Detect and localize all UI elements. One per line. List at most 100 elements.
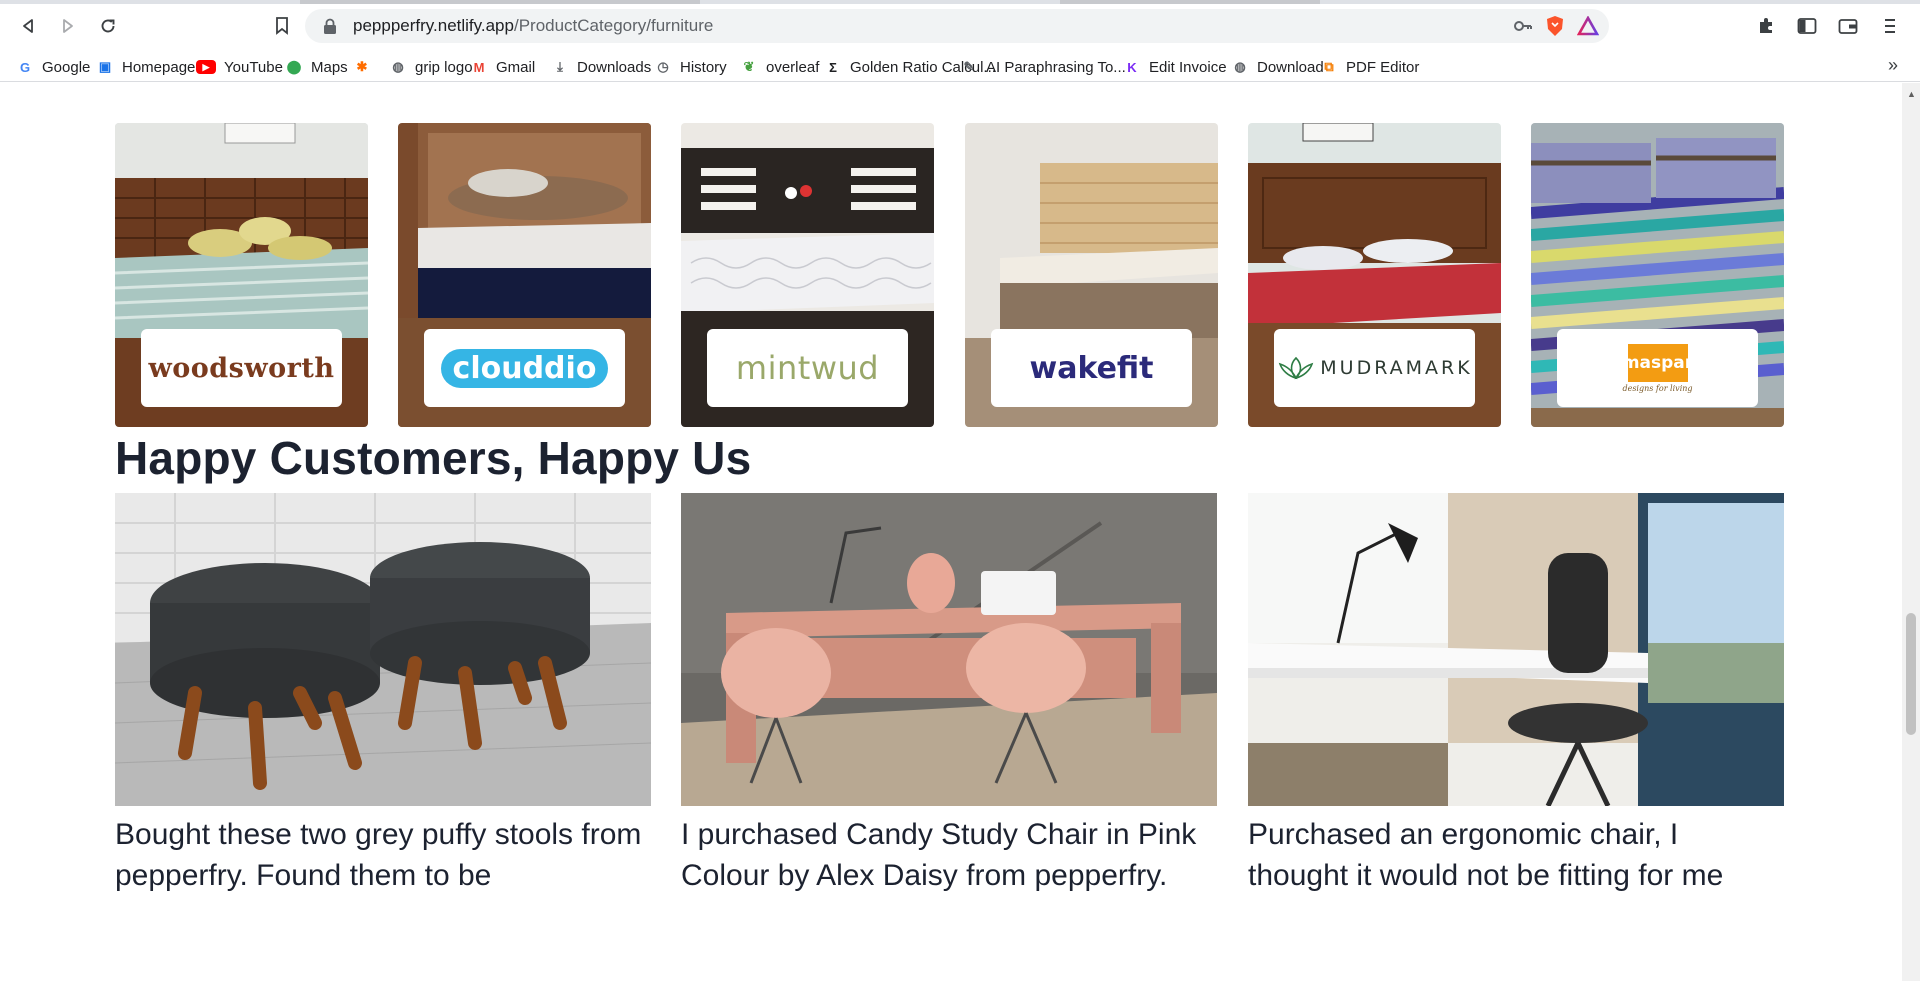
- bookmark-item[interactable]: ✱: [353, 56, 379, 78]
- bookmark-item[interactable]: K Edit Invoice: [1123, 56, 1227, 78]
- brand-card-clouddio[interactable]: clouddio: [398, 123, 651, 427]
- testimonial-text: Purchased an ergonomic chair, I thought …: [1248, 818, 1724, 892]
- forward-icon: [63, 19, 73, 33]
- ergonomic-chair-photo: [1248, 493, 1784, 806]
- bookmark-item[interactable]: ✎ AI Paraphrasing To...: [960, 56, 1126, 78]
- bookmark-label: History: [680, 58, 727, 76]
- url-path: /ProductCategory/furniture: [513, 16, 714, 35]
- brand-name: wakefit: [1029, 350, 1154, 386]
- bookmark-label: AI Paraphrasing To...: [986, 58, 1126, 76]
- testimonial-image: [1248, 493, 1784, 806]
- brave-shield-icon[interactable]: [1545, 15, 1565, 37]
- bookmark-item[interactable]: ⤓ Downloads: [551, 56, 651, 78]
- scroll-up-arrow-icon[interactable]: ▲: [1907, 89, 1916, 99]
- browser-toolbar: peppperfry.netlify.app/ProductCategory/f…: [0, 0, 1920, 52]
- url-text: peppperfry.netlify.app/ProductCategory/f…: [353, 16, 713, 36]
- brand-name: maspar: [1621, 352, 1694, 373]
- testimonial-card[interactable]: Purchased an ergonomic chair, I thought …: [1248, 493, 1784, 896]
- vertical-scrollbar[interactable]: ▲: [1902, 83, 1920, 981]
- brand-name: mintwud: [735, 349, 880, 387]
- bookmark-label: Edit Invoice: [1149, 58, 1227, 76]
- maps-icon: ⬤: [286, 59, 302, 74]
- menu-button[interactable]: [1876, 12, 1904, 40]
- puzzle-icon: [1760, 18, 1772, 33]
- brand-name: woodsworth: [148, 352, 335, 384]
- bookmark-page-button[interactable]: [268, 12, 296, 40]
- custom-star-icon: ✱: [356, 59, 368, 74]
- reload-button[interactable]: [94, 12, 122, 40]
- bookmark-item[interactable]: ⬤ Maps: [285, 56, 348, 78]
- sigma-icon: Σ: [829, 59, 837, 75]
- back-button[interactable]: [14, 12, 42, 40]
- history-icon: ◷: [657, 59, 669, 74]
- reload-icon: [101, 19, 115, 33]
- brand-card-maspar[interactable]: maspar designs for living: [1531, 123, 1784, 427]
- url-host: peppperfry.netlify.app: [353, 16, 514, 35]
- brand-logo: clouddio: [424, 329, 625, 407]
- brand-name: MUDRAMARK: [1320, 357, 1473, 379]
- tab-strip: [0, 0, 1920, 4]
- bookmark-label: Download: [1257, 58, 1324, 76]
- quill-icon: ✎: [963, 59, 975, 74]
- brand-logo: MUDRAMARK: [1274, 329, 1475, 407]
- address-bar[interactable]: peppperfry.netlify.app/ProductCategory/f…: [305, 9, 1609, 43]
- rewards-triangle-icon[interactable]: [1577, 16, 1599, 36]
- bookmark-label: Google: [42, 58, 91, 76]
- lotus-icon: [1279, 356, 1314, 380]
- bookmark-label: Gmail: [496, 58, 536, 76]
- bookmark-item[interactable]: ▶ YouTube: [196, 56, 283, 78]
- sidebar-icon: [1797, 18, 1817, 34]
- wallet-icon: [1838, 19, 1858, 34]
- testimonial-card[interactable]: Bought these two grey puffy stools from …: [115, 493, 651, 896]
- bookmark-item[interactable]: G Google: [16, 56, 90, 78]
- brand-logo: wakefit: [991, 329, 1192, 407]
- wallet-button[interactable]: [1834, 12, 1862, 40]
- bookmark-item[interactable]: ▣ Homepage: [96, 56, 196, 78]
- bookmark-label: PDF Editor: [1346, 58, 1420, 76]
- brand-logo: mintwud: [707, 329, 908, 407]
- bookmark-item[interactable]: ⧉ PDF Editor: [1320, 56, 1419, 78]
- tab-segment: [1060, 0, 1320, 4]
- bookmark-label: overleaf: [766, 58, 820, 76]
- menu-icon: [1885, 19, 1895, 33]
- sidebar-button[interactable]: [1793, 12, 1821, 40]
- overleaf-icon: ❦: [743, 59, 755, 74]
- key-icon[interactable]: [1513, 17, 1533, 35]
- testimonial-card[interactable]: I purchased Candy Study Chair in Pink Co…: [681, 493, 1217, 896]
- bookmark-item[interactable]: ◍ grip logo: [389, 56, 473, 78]
- bookmark-item[interactable]: ◍ Download: [1231, 56, 1324, 78]
- lock-icon: [324, 18, 336, 34]
- brand-name: clouddio: [440, 348, 609, 388]
- testimonial-image: [681, 493, 1217, 806]
- gmail-icon: M: [473, 59, 485, 75]
- brand-card-mudramark[interactable]: MUDRAMARK: [1248, 123, 1501, 427]
- youtube-icon: ▶: [196, 60, 216, 74]
- bookmark-item[interactable]: M Gmail: [470, 56, 536, 78]
- study-desk-photo: [681, 493, 1217, 806]
- bookmark-item[interactable]: ◷ History: [654, 56, 727, 78]
- homepage-icon: ▣: [98, 59, 112, 74]
- tab-segment: [300, 0, 700, 4]
- bookmark-item[interactable]: ❦ overleaf: [740, 56, 820, 78]
- extensions-button[interactable]: [1752, 12, 1780, 40]
- scrollbar-thumb[interactable]: [1906, 613, 1916, 735]
- testimonial-text: I purchased Candy Study Chair in Pink Co…: [681, 818, 1197, 892]
- brand-card-mintwud[interactable]: mintwud: [681, 123, 934, 427]
- bookmarks-overflow-icon[interactable]: »: [1888, 55, 1898, 76]
- testimonial-image: [115, 493, 651, 806]
- invoice-icon: K: [1127, 59, 1137, 75]
- section-title: Happy Customers, Happy Us: [115, 432, 752, 484]
- maspar-logo-badge: maspar: [1622, 343, 1693, 382]
- bookmarks-bar: G Google ▣ Homepage ▶ YouTube ⬤ Maps ✱ ◍ grip logo…: [0, 52, 1920, 82]
- google-icon: G: [19, 59, 31, 75]
- brand-logo: woodsworth: [141, 329, 342, 407]
- bookmark-icon: [276, 17, 288, 35]
- globe-icon: ◍: [1234, 59, 1246, 74]
- brand-card-woodsworth[interactable]: woodsworth: [115, 123, 368, 427]
- bookmark-label: Homepage: [122, 58, 196, 76]
- bookmark-label: grip logo: [415, 58, 473, 76]
- forward-button[interactable]: [54, 12, 82, 40]
- brand-card-wakefit[interactable]: wakefit: [965, 123, 1218, 427]
- back-icon: [23, 19, 33, 33]
- bookmark-label: Downloads: [577, 58, 652, 76]
